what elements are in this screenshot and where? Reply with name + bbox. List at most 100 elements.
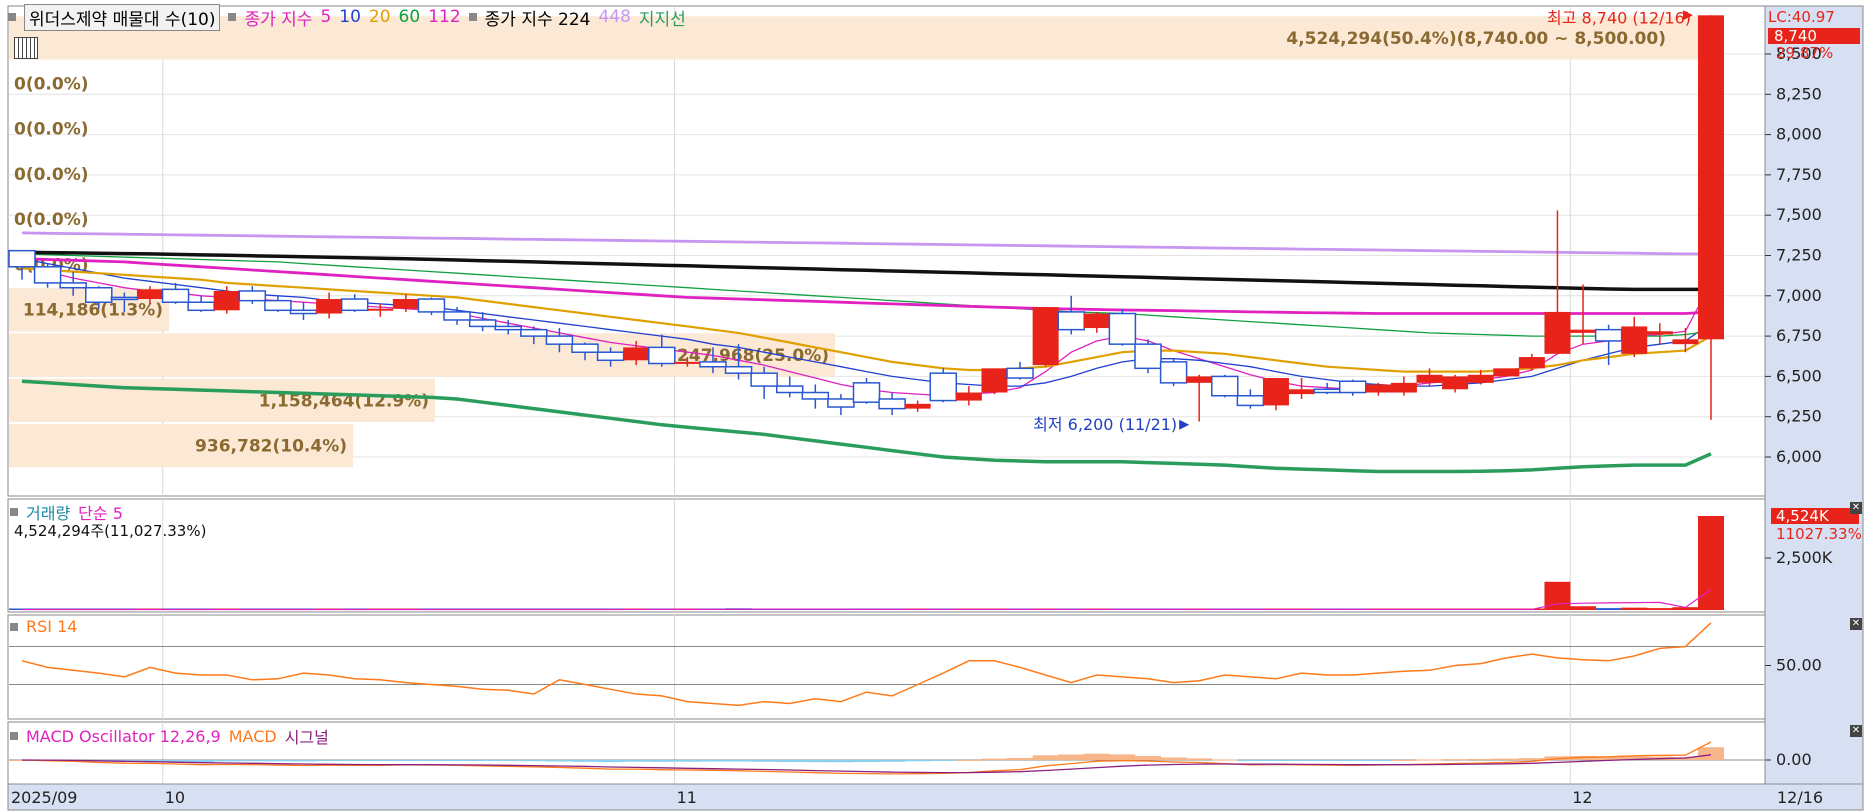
candle-body xyxy=(392,299,419,309)
macd-osc-bar xyxy=(674,760,701,762)
candle-body xyxy=(1390,382,1417,393)
candle-body xyxy=(571,343,599,353)
macd-osc-bar xyxy=(367,760,394,761)
candle-body xyxy=(1288,389,1315,395)
ma-legend-label[interactable]: 종가 지수 xyxy=(244,5,312,30)
candle-body xyxy=(1236,394,1265,407)
macd-osc-bar xyxy=(290,760,317,762)
candle-body xyxy=(827,398,855,408)
macd-osc-bar xyxy=(1467,758,1494,760)
candle-body xyxy=(955,392,982,401)
signal-label[interactable]: 시그널 xyxy=(285,724,329,748)
candle-body xyxy=(1698,15,1724,340)
macd-osc-bar xyxy=(1698,747,1724,760)
candle-body xyxy=(1262,378,1289,406)
candle-body xyxy=(1672,339,1699,345)
macd-osc-bar xyxy=(1416,759,1443,761)
candle-body xyxy=(750,372,778,387)
macd-osc-bar xyxy=(469,760,496,761)
macd-osc-bar xyxy=(1262,760,1289,761)
low-annotation: 최저 6,200 (11/21) xyxy=(1033,415,1177,434)
macd-osc-bar xyxy=(1518,758,1545,760)
macd-legend: MACD Oscillator 12,26,9 MACD 시그널 xyxy=(10,724,329,748)
macd-osc-bar xyxy=(1186,758,1213,760)
x-axis-label: 2025/09 xyxy=(11,788,77,807)
macd-osc-bar xyxy=(546,760,573,762)
volume-panel xyxy=(7,498,1766,613)
candle-body xyxy=(85,286,113,303)
candle-body xyxy=(1442,376,1469,390)
macd-osc-bar xyxy=(802,760,829,763)
rsi-close-icon[interactable]: ✕ xyxy=(1850,618,1862,630)
candle-body xyxy=(1186,376,1213,383)
candle-body xyxy=(1493,368,1520,377)
ma-20-label[interactable]: 20 xyxy=(369,7,391,27)
x-axis-label: 10 xyxy=(165,788,185,807)
ma-10-label[interactable]: 10 xyxy=(339,7,361,27)
grid-icon[interactable] xyxy=(14,37,38,59)
candle-body xyxy=(1416,374,1443,383)
x-axis-last-date: 12/16 xyxy=(1777,788,1823,807)
candle-body xyxy=(1467,374,1494,383)
price-tick-label: 6,750 xyxy=(1776,326,1822,345)
rsi-tick-label: 50.00 xyxy=(1776,656,1822,675)
macd-osc-bar xyxy=(1288,760,1315,761)
macd-osc-bar xyxy=(418,760,445,761)
price-tick-label: 7,250 xyxy=(1776,246,1822,265)
candle-body xyxy=(545,335,574,345)
last-change-text: 29.87% xyxy=(1776,44,1833,62)
ma-112-label[interactable]: 112 xyxy=(428,7,460,27)
candle-body xyxy=(33,266,62,284)
ma-60-label[interactable]: 60 xyxy=(399,7,421,27)
volume-close-icon[interactable]: ✕ xyxy=(1850,502,1862,514)
candle-body xyxy=(289,309,318,315)
price-tick-label: 8,250 xyxy=(1776,84,1822,103)
macd-osc-bar xyxy=(572,760,598,762)
support-line-label[interactable]: 지지선 xyxy=(639,5,686,30)
price-tick-label: 6,000 xyxy=(1776,447,1822,466)
candle-body xyxy=(775,385,804,394)
candle-body xyxy=(1057,311,1085,331)
volume-profile-label: 4,524,294(50.4%)(8,740.00 ~ 8,500.00) xyxy=(1286,29,1666,49)
candle-body xyxy=(981,368,1008,393)
macd-osc-bar xyxy=(1083,753,1110,760)
macd-osc-bar xyxy=(1365,760,1392,761)
volume-value-text: 4,524,294주(11,027.33%) xyxy=(14,522,207,540)
macd-osc-bar xyxy=(776,760,803,763)
candle-body xyxy=(699,361,727,368)
macd-osc-bar xyxy=(1211,759,1238,761)
macd-osc-bar xyxy=(316,760,343,761)
ma2-legend-label[interactable]: 종가 지수 224 xyxy=(485,5,591,30)
legend-marker-icon xyxy=(228,13,237,21)
candle-body xyxy=(494,325,522,331)
chart-title[interactable]: 위더스제약 매물대 수(10) xyxy=(24,3,221,31)
candle-body xyxy=(1211,375,1239,397)
macd-close-icon[interactable]: ✕ xyxy=(1850,725,1862,737)
x-axis-label: 11 xyxy=(677,788,697,807)
macd-osc-bar xyxy=(1493,758,1520,760)
macd-osc-bar xyxy=(213,760,240,762)
macd-osc-bar xyxy=(904,760,931,762)
macd-title[interactable]: MACD Oscillator 12,26,9 xyxy=(26,727,221,746)
candle-body xyxy=(187,301,215,312)
rsi-title[interactable]: RSI 14 xyxy=(26,617,77,636)
candle-body xyxy=(110,296,139,301)
price-tick-label: 7,000 xyxy=(1776,286,1822,305)
ma-5-label[interactable]: 5 xyxy=(320,7,331,27)
macd-osc-bar xyxy=(597,760,624,763)
macd-osc-bar xyxy=(1390,759,1417,761)
candle-body xyxy=(1646,331,1673,335)
candle-body xyxy=(1006,367,1034,379)
high-annotation: 최고 8,740 (12/16) xyxy=(1547,8,1691,27)
candle-body xyxy=(1621,326,1648,354)
macd-osc-bar xyxy=(341,760,368,761)
ma-448-label[interactable]: 448 xyxy=(598,7,630,27)
candle-body xyxy=(59,282,87,289)
legend-marker-icon xyxy=(10,732,18,740)
candle-body xyxy=(1570,329,1597,333)
candle-body xyxy=(596,351,625,362)
macd-label[interactable]: MACD xyxy=(229,727,277,746)
macd-osc-bar xyxy=(1339,760,1366,761)
last-price-text: 8,740 xyxy=(1774,27,1817,45)
volume-profile-label: 0(0.0%) xyxy=(14,74,89,94)
